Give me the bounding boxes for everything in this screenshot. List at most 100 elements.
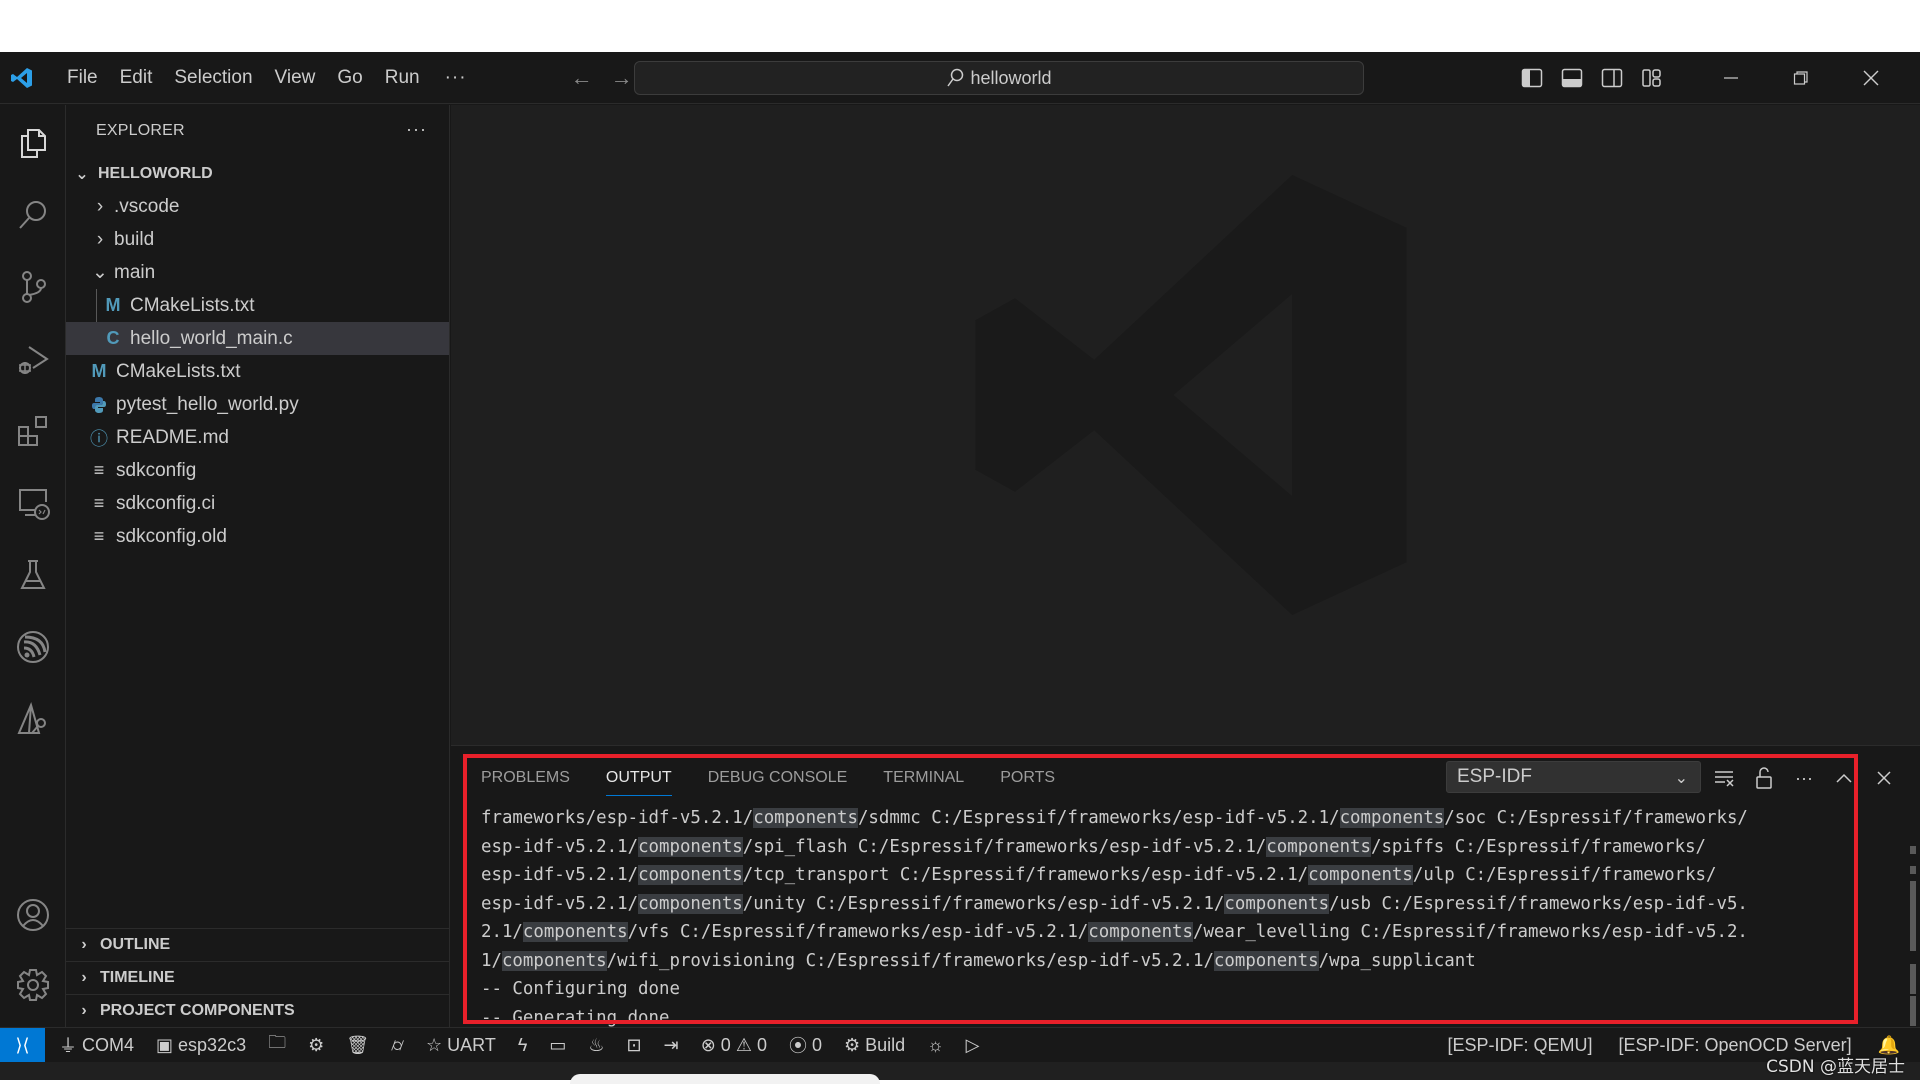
- activity-accounts[interactable]: [0, 885, 66, 945]
- status-menuconfig[interactable]: ⚙: [308, 1035, 324, 1056]
- status-debug[interactable]: ☼: [927, 1035, 944, 1056]
- menu-run[interactable]: Run: [374, 67, 431, 89]
- status-problems[interactable]: ⊗ 0 ⚠ 0: [701, 1035, 767, 1056]
- activity-remote-explorer[interactable]: [0, 473, 66, 533]
- config-file-icon: ≡: [93, 493, 105, 513]
- minimize-button[interactable]: [1696, 52, 1766, 104]
- tree-file-sdkconfig[interactable]: ≡ sdkconfig: [66, 454, 449, 487]
- section-project-components[interactable]: › PROJECT COMPONENTS: [66, 994, 449, 1027]
- tree-folder-vscode[interactable]: › .vscode: [66, 190, 449, 223]
- tab-terminal[interactable]: TERMINAL: [883, 758, 982, 798]
- activity-run-debug[interactable]: [0, 329, 66, 389]
- explorer-more-button[interactable]: ···: [406, 119, 427, 140]
- close-window-button[interactable]: [1836, 52, 1906, 104]
- activity-manage[interactable]: [0, 955, 66, 1015]
- tab-ports[interactable]: PORTS: [1000, 758, 1073, 798]
- workspace-root[interactable]: ⌄ HELLOWORLD: [66, 157, 449, 190]
- tree-item-label: hello_world_main.c: [130, 327, 293, 349]
- maximize-panel-icon[interactable]: [1831, 772, 1857, 784]
- clear-output-icon[interactable]: [1711, 768, 1737, 788]
- tab-debug-console[interactable]: DEBUG CONSOLE: [708, 758, 866, 798]
- activity-espressif[interactable]: [0, 617, 66, 677]
- menu-go[interactable]: Go: [326, 67, 373, 89]
- activity-testing[interactable]: [0, 545, 66, 605]
- section-outline[interactable]: › OUTLINE: [66, 928, 449, 961]
- customize-layout-icon[interactable]: [1641, 67, 1663, 89]
- status-flash[interactable]: ϟ: [518, 1035, 528, 1056]
- minimize-icon: [1724, 77, 1738, 79]
- status-qemu[interactable]: [ESP-IDF: QEMU]: [1448, 1035, 1593, 1056]
- search-icon: [947, 68, 964, 87]
- close-panel-icon[interactable]: [1871, 770, 1897, 786]
- chevron-down-icon: ⌄: [92, 262, 108, 283]
- tree-folder-main[interactable]: ⌄ main: [66, 256, 449, 289]
- toggle-primary-sidebar-icon[interactable]: [1521, 67, 1543, 89]
- status-open-folder[interactable]: 🗀: [268, 1030, 286, 1060]
- output-scrollbar[interactable]: [1906, 846, 1920, 1028]
- restore-button[interactable]: [1766, 52, 1836, 104]
- activity-search[interactable]: [0, 185, 66, 245]
- status-flash-method[interactable]: ☆ UART: [426, 1035, 496, 1056]
- tree-file-sdkconfig-old[interactable]: ≡ sdkconfig.old: [66, 520, 449, 553]
- tree-file-readme[interactable]: ⓘ README.md: [66, 421, 449, 454]
- workspace-root-label: HELLOWORLD: [98, 164, 213, 182]
- menu-selection[interactable]: Selection: [163, 67, 263, 89]
- status-build-flash-monitor[interactable]: ♨: [588, 1035, 604, 1056]
- status-full-clean[interactable]: 🗑: [346, 1035, 369, 1056]
- taskbar-search-pill[interactable]: [570, 1074, 880, 1084]
- output-log[interactable]: frameworks/esp-idf-v5.2.1/components/sdm…: [481, 804, 1881, 1061]
- tab-output[interactable]: OUTPUT: [605, 758, 690, 798]
- activity-source-control[interactable]: [0, 257, 66, 317]
- toggle-secondary-sidebar-icon[interactable]: [1601, 67, 1623, 89]
- tree-file-main-cmakelists[interactable]: M CMakeLists.txt: [66, 289, 449, 322]
- output-channel-select[interactable]: ESP-IDF ⌄: [1446, 761, 1701, 793]
- remote-indicator[interactable]: ⟩⟨: [0, 1027, 45, 1063]
- gear-icon: ⚙: [308, 1034, 325, 1055]
- status-bar: ⟩⟨ ⏚ COM4 ▣ esp32c3 🗀 ⚙ 🗑 ⌭ ☆ UART ϟ ▭ ♨ ⊡ …: [0, 1027, 1920, 1063]
- source-control-icon: [22, 271, 46, 303]
- activity-explorer[interactable]: [0, 113, 66, 173]
- status-port[interactable]: ⏚ COM4: [59, 1032, 134, 1058]
- menu-view[interactable]: View: [264, 67, 327, 89]
- tree-file-cmakelists[interactable]: M CMakeLists.txt: [66, 355, 449, 388]
- output-text: /ulp C:/Espressif/frameworks/: [1412, 865, 1717, 885]
- more-actions-icon[interactable]: ···: [1791, 768, 1817, 789]
- lock-scroll-icon[interactable]: [1751, 766, 1777, 790]
- tree-file-sdkconfig-ci[interactable]: ≡ sdkconfig.ci: [66, 487, 449, 520]
- menu-edit[interactable]: Edit: [109, 67, 164, 89]
- tree-file-hello-world-main-c[interactable]: C hello_world_main.c: [66, 322, 449, 355]
- search-highlight: components: [1266, 836, 1371, 857]
- close-icon: [1863, 70, 1879, 86]
- menu-more-button[interactable]: ···: [431, 67, 481, 89]
- output-text: -- Configuring done: [481, 979, 680, 999]
- section-timeline[interactable]: › TIMELINE: [66, 961, 449, 994]
- status-build[interactable]: ⚙ Build: [844, 1035, 905, 1056]
- tree-folder-build[interactable]: › build: [66, 223, 449, 256]
- activity-esp-idf-explorer[interactable]: [0, 689, 66, 749]
- tab-problems[interactable]: PROBLEMS: [481, 758, 588, 798]
- back-arrow-icon[interactable]: ←: [571, 65, 593, 91]
- status-run[interactable]: ▷: [966, 1035, 980, 1056]
- menu-file[interactable]: File: [56, 67, 109, 89]
- chevron-down-icon: ⌄: [75, 165, 89, 183]
- terminal-icon: ⊡: [626, 1034, 642, 1055]
- chevron-down-icon: ⌄: [1674, 770, 1688, 787]
- search-highlight: components: [638, 893, 743, 914]
- status-terminal[interactable]: ⊡: [627, 1035, 642, 1056]
- output-line: esp-idf-v5.2.1/components/tcp_transport …: [481, 861, 1881, 890]
- info-file-icon: ⓘ: [90, 428, 108, 449]
- search-highlight: components: [1224, 893, 1330, 914]
- forward-arrow-icon[interactable]: →: [611, 65, 633, 91]
- status-run-task[interactable]: ⇥: [664, 1035, 679, 1056]
- output-channel-value: ESP-IDF: [1457, 766, 1532, 787]
- status-erase-flash[interactable]: ⌭: [391, 1035, 404, 1056]
- status-target[interactable]: ▣ esp32c3: [156, 1035, 246, 1056]
- main-folder-children: M CMakeLists.txt C hello_world_main.c: [66, 289, 449, 355]
- status-monitor[interactable]: ▭: [549, 1035, 566, 1056]
- output-text: /sdmmc C:/Espressif/frameworks/esp-idf-v…: [857, 808, 1340, 828]
- toggle-panel-icon[interactable]: [1561, 67, 1583, 89]
- status-ports[interactable]: ⦿ 0: [789, 1032, 822, 1058]
- command-center-search[interactable]: helloworld: [634, 61, 1364, 95]
- tree-file-pytest[interactable]: pytest_hello_world.py: [66, 388, 449, 421]
- activity-extensions[interactable]: [0, 401, 66, 461]
